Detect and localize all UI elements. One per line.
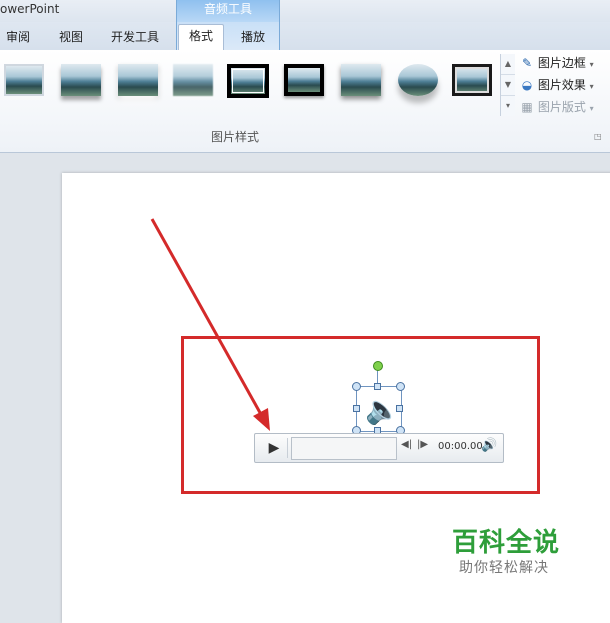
watermark-subtitle: 助你轻松解决 [459, 560, 549, 576]
annotation-arrow [150, 218, 270, 431]
watermark-title: 百科全说 [452, 528, 561, 558]
annotation-highlight-box [181, 336, 540, 494]
